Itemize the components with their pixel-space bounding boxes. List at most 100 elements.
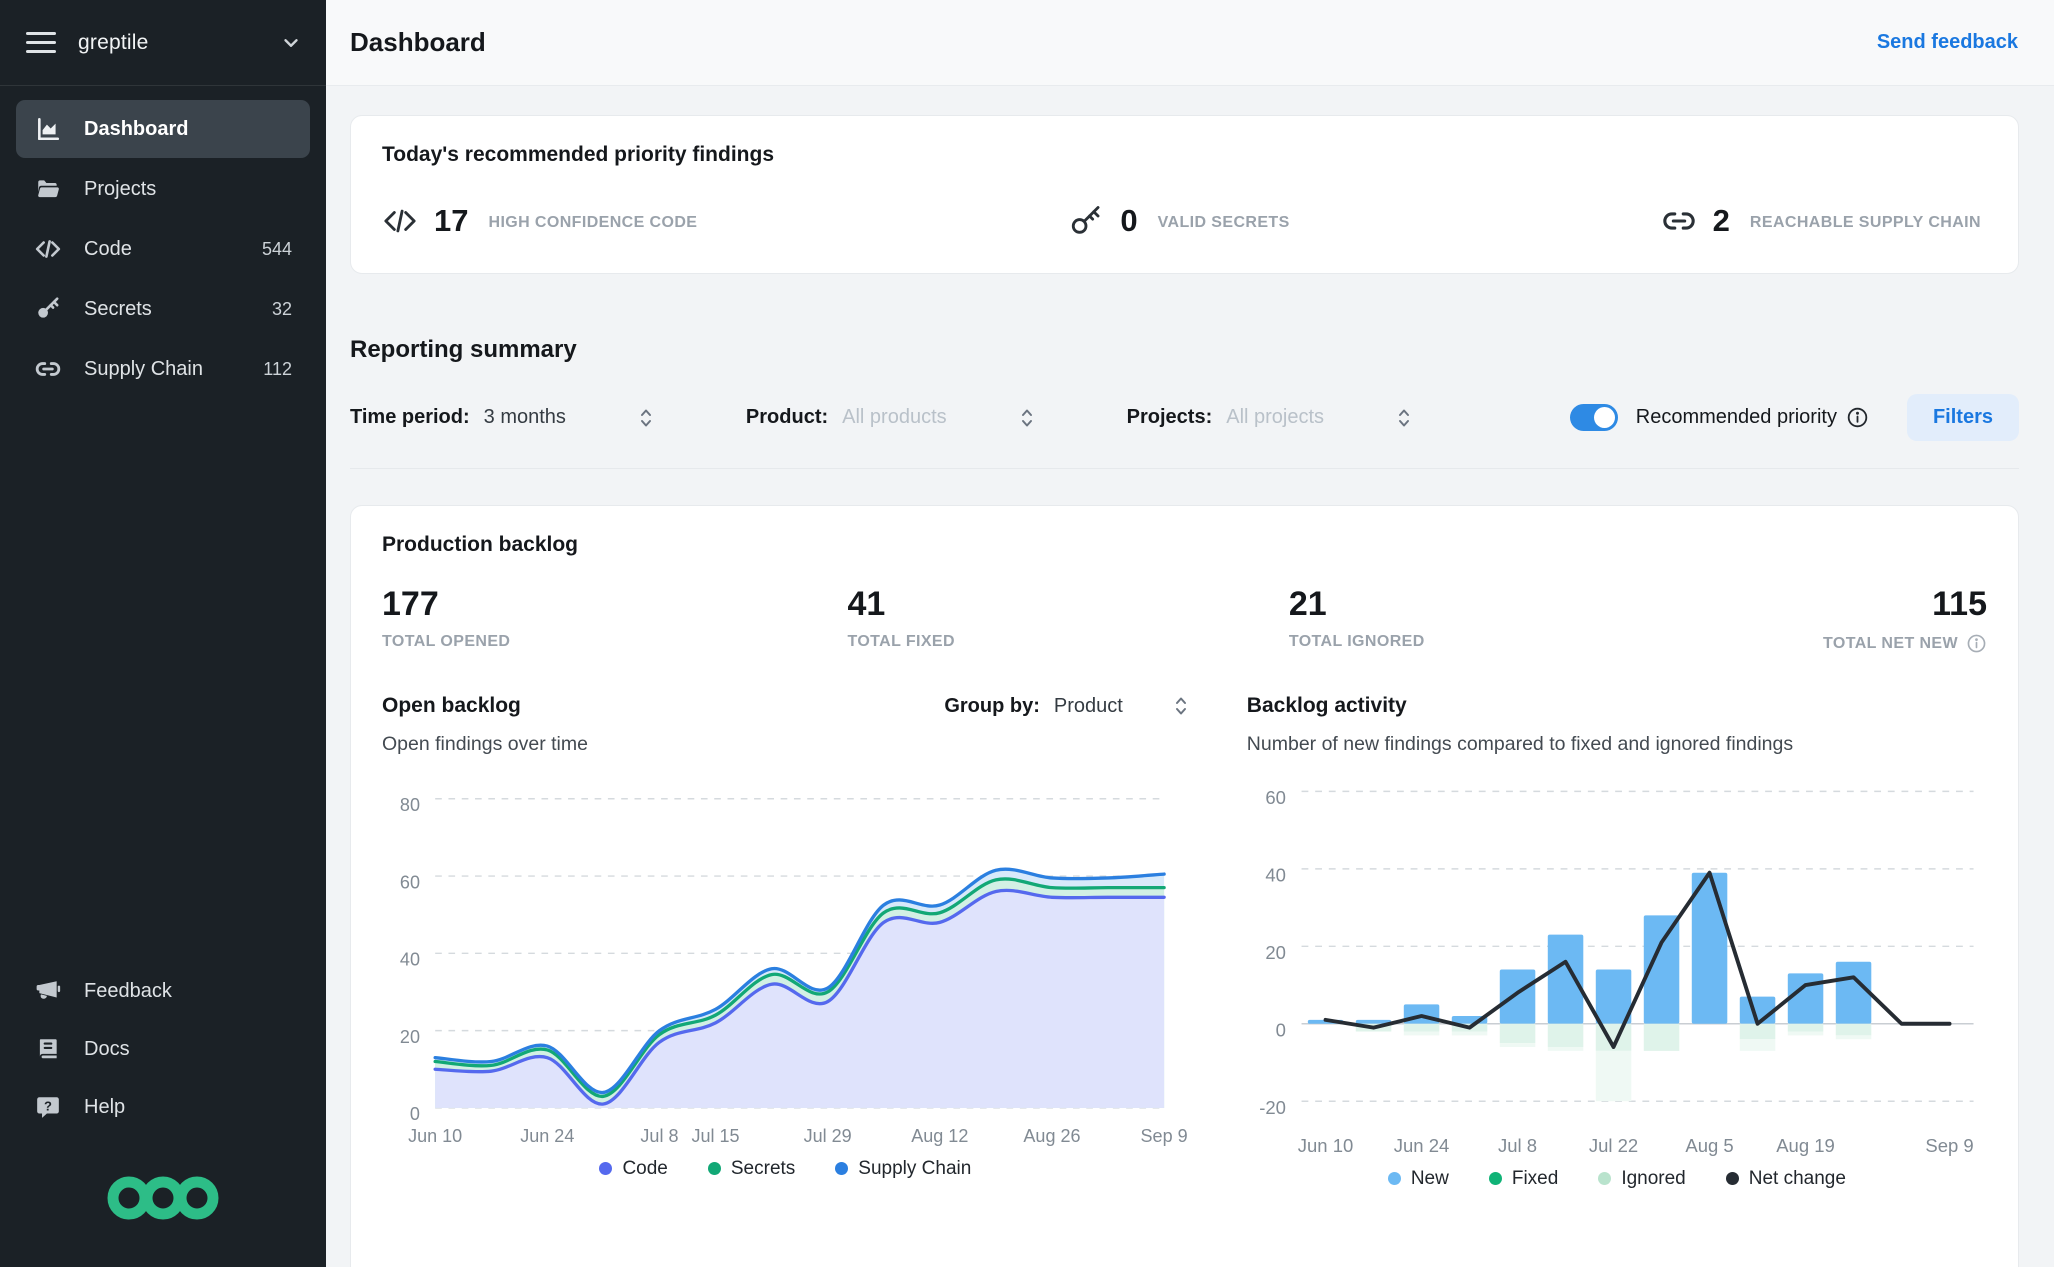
chevron-updown-icon — [1019, 407, 1035, 429]
megaphone-icon — [34, 977, 62, 1005]
legend-label: Code — [622, 1157, 668, 1179]
metric-label: VALID SECRETS — [1157, 213, 1290, 231]
backlog-activity-subtitle: Number of new findings compared to fixed… — [1246, 733, 1794, 755]
legend-label: Fixed — [1511, 1167, 1559, 1189]
sidebar-item-label: Help — [84, 1095, 126, 1118]
metric-reachable-supply-chain: 2 REACHABLE SUPPLY CHAIN — [1661, 203, 1981, 239]
info-icon[interactable] — [1966, 633, 1987, 654]
sidebar-item-docs[interactable]: Docs — [16, 1021, 310, 1077]
legend-item[interactable]: Ignored — [1598, 1167, 1686, 1190]
svg-text:?: ? — [44, 1098, 52, 1113]
svg-text:20: 20 — [400, 1027, 420, 1047]
product-label: Product: — [745, 406, 829, 428]
org-switcher[interactable]: greptile — [0, 0, 326, 86]
svg-text:Jul 29: Jul 29 — [804, 1126, 852, 1146]
legend-dot-icon — [1725, 1172, 1739, 1186]
group-by-label: Group by: — [944, 694, 1040, 717]
dashboard-chart-icon — [34, 115, 62, 143]
send-feedback-link[interactable]: Send feedback — [1877, 31, 2018, 54]
backlog-activity-legend: New Fixed Ignored Net change — [1247, 1168, 1987, 1190]
svg-text:0: 0 — [1275, 1019, 1285, 1040]
projects-value: All projects — [1226, 406, 1325, 428]
book-icon — [34, 1035, 62, 1063]
sidebar-item-help[interactable]: ? Help — [16, 1079, 310, 1135]
backlog-activity-title: Backlog activity — [1246, 694, 1407, 717]
product-select[interactable]: Product: All products — [746, 406, 1035, 429]
open-backlog-section: Open backlog Group by: Product Open find… — [382, 694, 1189, 1190]
legend-dot-icon — [599, 1162, 613, 1176]
svg-text:Jul 8: Jul 8 — [1498, 1135, 1537, 1156]
sidebar-item-projects[interactable]: Projects — [16, 160, 310, 218]
sidebar-item-dashboard[interactable]: Dashboard — [16, 100, 310, 158]
svg-text:Jun 10: Jun 10 — [1298, 1135, 1354, 1156]
sidebar-item-feedback[interactable]: Feedback — [16, 963, 310, 1019]
sidebar-item-secrets[interactable]: Secrets 32 — [16, 280, 310, 338]
key-icon — [1068, 203, 1104, 239]
stat-total-opened: 177 TOTAL OPENED — [382, 585, 511, 650]
legend-label: Secrets — [730, 1157, 796, 1179]
sidebar-item-label: Dashboard — [84, 117, 189, 140]
legend-item[interactable]: New — [1387, 1167, 1449, 1190]
legend-dot-icon — [835, 1162, 849, 1176]
svg-text:Aug 19: Aug 19 — [1776, 1135, 1835, 1156]
legend-dot-icon — [1387, 1172, 1401, 1186]
metric-label: HIGH CONFIDENCE CODE — [488, 213, 698, 231]
top-bar: Dashboard Send feedback — [326, 0, 2054, 86]
legend-item[interactable]: Supply Chain — [835, 1158, 971, 1180]
legend-item[interactable]: Net change — [1725, 1168, 1846, 1190]
sidebar-item-supply-chain[interactable]: Supply Chain 112 — [16, 340, 310, 398]
time-period-value: 3 months — [483, 406, 566, 428]
sidebar-footer: Feedback Docs ? Help — [0, 963, 326, 1267]
stat-total-net-new: 115 TOTAL NET NEW — [1823, 585, 1987, 654]
sidebar-item-code[interactable]: Code 544 — [16, 220, 310, 278]
sidebar-item-label: Secrets — [84, 297, 152, 320]
svg-text:Jun 10: Jun 10 — [408, 1126, 462, 1146]
sidebar-item-label: Feedback — [84, 979, 172, 1002]
recommended-priority-toggle[interactable] — [1569, 404, 1618, 431]
projects-label: Projects: — [1126, 406, 1213, 428]
stat-total-fixed: 41 TOTAL FIXED — [847, 585, 955, 650]
svg-text:Jun 24: Jun 24 — [1394, 1135, 1450, 1156]
svg-text:Aug 26: Aug 26 — [1023, 1126, 1080, 1146]
hamburger-menu-icon[interactable] — [26, 32, 56, 53]
code-count: 544 — [261, 238, 292, 259]
svg-text:40: 40 — [1265, 865, 1286, 886]
folder-icon — [34, 175, 62, 203]
reporting-summary-title: Reporting summary — [350, 336, 577, 363]
metric-valid-secrets: 0 VALID SECRETS — [1068, 203, 1289, 239]
section-divider — [350, 468, 2019, 469]
metric-value: 0 — [1120, 203, 1138, 238]
projects-select[interactable]: Projects: All projects — [1127, 406, 1412, 429]
product-value: All products — [842, 406, 947, 428]
legend-dot-icon — [707, 1162, 721, 1176]
help-bubble-icon: ? — [34, 1093, 62, 1121]
group-by-value: Product — [1053, 694, 1123, 717]
info-icon[interactable] — [1846, 406, 1869, 429]
legend-label: New — [1410, 1167, 1449, 1189]
greptile-logo — [16, 1137, 310, 1233]
link-icon — [1661, 203, 1697, 239]
sidebar-item-label: Code — [84, 237, 132, 260]
backlog-stats: 177 TOTAL OPENED 41 TOTAL FIXED 21 TOTAL… — [382, 585, 1987, 654]
chevron-updown-icon — [1396, 407, 1412, 429]
legend-label: Ignored — [1621, 1167, 1686, 1189]
svg-text:40: 40 — [400, 950, 420, 970]
legend-item[interactable]: Fixed — [1488, 1167, 1559, 1190]
recommended-priority-label: Recommended priority — [1635, 406, 1837, 428]
svg-text:20: 20 — [1265, 942, 1286, 963]
svg-text:-20: -20 — [1259, 1097, 1286, 1118]
filters-button[interactable]: Filters — [1906, 394, 2019, 441]
chevron-updown-icon — [638, 407, 654, 429]
metric-value: 2 — [1712, 203, 1730, 238]
time-period-select[interactable]: Time period: 3 months — [350, 406, 654, 429]
group-by-select[interactable]: Group by: Product — [944, 695, 1188, 718]
legend-item[interactable]: Code — [599, 1157, 668, 1180]
org-name: greptile — [78, 30, 149, 54]
sidebar-item-label: Projects — [84, 177, 157, 200]
sidebar: greptile Dashboard Projects Code 544 Sec… — [0, 0, 326, 1267]
legend-label: Supply Chain — [858, 1157, 972, 1179]
svg-text:Jul 22: Jul 22 — [1589, 1135, 1638, 1156]
legend-item[interactable]: Secrets — [707, 1157, 796, 1180]
main-area: Dashboard Send feedback Today's recommen… — [326, 0, 2054, 1267]
findings-title: Today's recommended priority findings — [382, 143, 774, 166]
